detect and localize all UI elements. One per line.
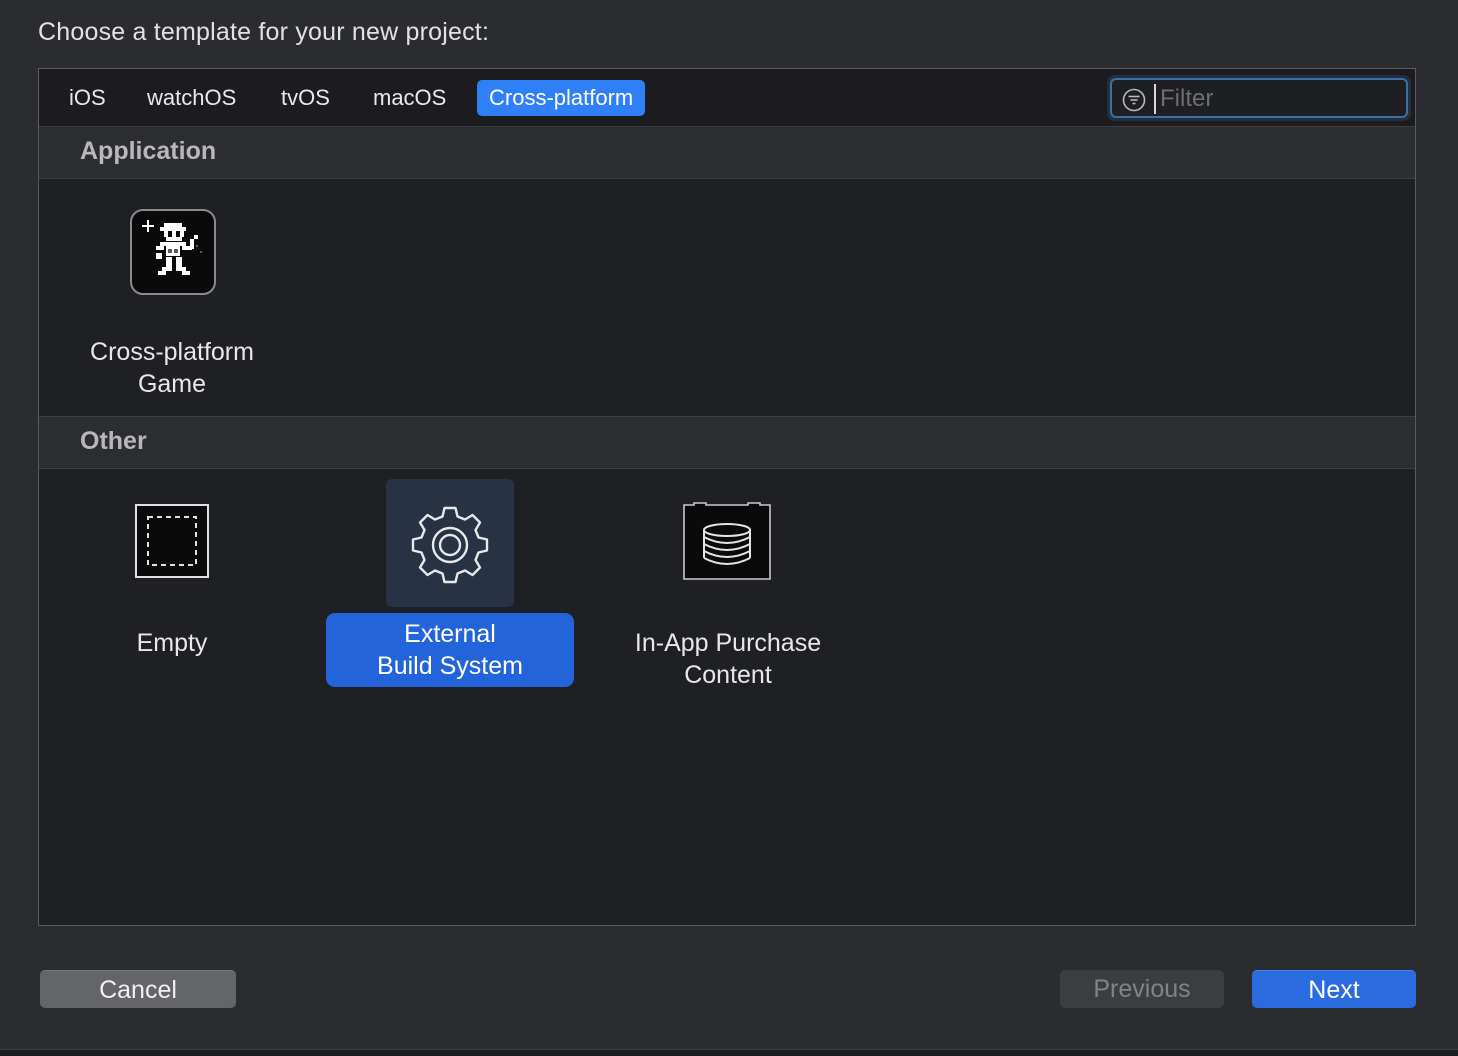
template-label-line2: Game (137, 370, 207, 398)
window-bottom-edge (0, 1049, 1458, 1056)
template-icon-frame (108, 479, 236, 607)
in-app-purchase-icon (683, 502, 771, 580)
template-icon-frame-selected (386, 479, 514, 607)
template-label-selected: External Build System (326, 613, 574, 687)
gear-icon (411, 506, 489, 584)
dialog-prompt: Choose a template for your new project: (38, 18, 490, 46)
tab-ios[interactable]: iOS (57, 80, 118, 116)
template-chooser-panel: iOS watchOS tvOS macOS Cross-platform Fi… (38, 68, 1416, 926)
tab-watchos[interactable]: watchOS (135, 80, 248, 116)
template-label-line1: Empty (136, 629, 208, 657)
previous-button[interactable]: Previous (1060, 970, 1224, 1008)
filter-field[interactable] (1107, 75, 1411, 121)
template-label: Empty (48, 622, 296, 664)
section-title-application: Application (80, 137, 217, 165)
section-header-application: Application (39, 127, 1415, 179)
template-label-line2: Build System (377, 652, 523, 680)
template-label-line2: Content (684, 661, 772, 689)
empty-frame-icon (135, 504, 209, 578)
template-external-build-system[interactable]: External Build System (326, 479, 574, 699)
tab-macos[interactable]: macOS (361, 80, 458, 116)
section-title-other: Other (80, 427, 147, 455)
next-button[interactable]: Next (1252, 970, 1416, 1008)
new-project-template-dialog: Choose a template for your new project: … (0, 0, 1458, 1056)
template-label-line1: In-App Purchase (634, 629, 822, 657)
template-icon-frame (664, 479, 792, 607)
filter-icon[interactable] (1122, 88, 1146, 112)
template-label: Cross-platform Game (48, 331, 296, 405)
game-sprite-icon (130, 209, 216, 295)
template-empty[interactable]: Empty (48, 479, 296, 699)
tab-cross-platform[interactable]: Cross-platform (477, 80, 646, 116)
platform-tab-bar: iOS watchOS tvOS macOS Cross-platform (39, 69, 1415, 127)
section-header-other: Other (39, 417, 1415, 469)
template-icon-frame (130, 209, 216, 295)
cancel-button[interactable]: Cancel (40, 970, 236, 1008)
template-label: In-App Purchase Content (604, 622, 852, 696)
filter-input[interactable] (1154, 84, 1400, 114)
template-cross-platform-game[interactable]: Cross-platform Game (48, 209, 296, 409)
template-in-app-purchase-content[interactable]: In-App Purchase Content (604, 479, 852, 699)
filter-field-inner (1110, 78, 1408, 118)
template-label-line1: Cross-platform (90, 338, 254, 366)
tab-tvos[interactable]: tvOS (269, 80, 342, 116)
template-label-line1: External (404, 620, 496, 648)
